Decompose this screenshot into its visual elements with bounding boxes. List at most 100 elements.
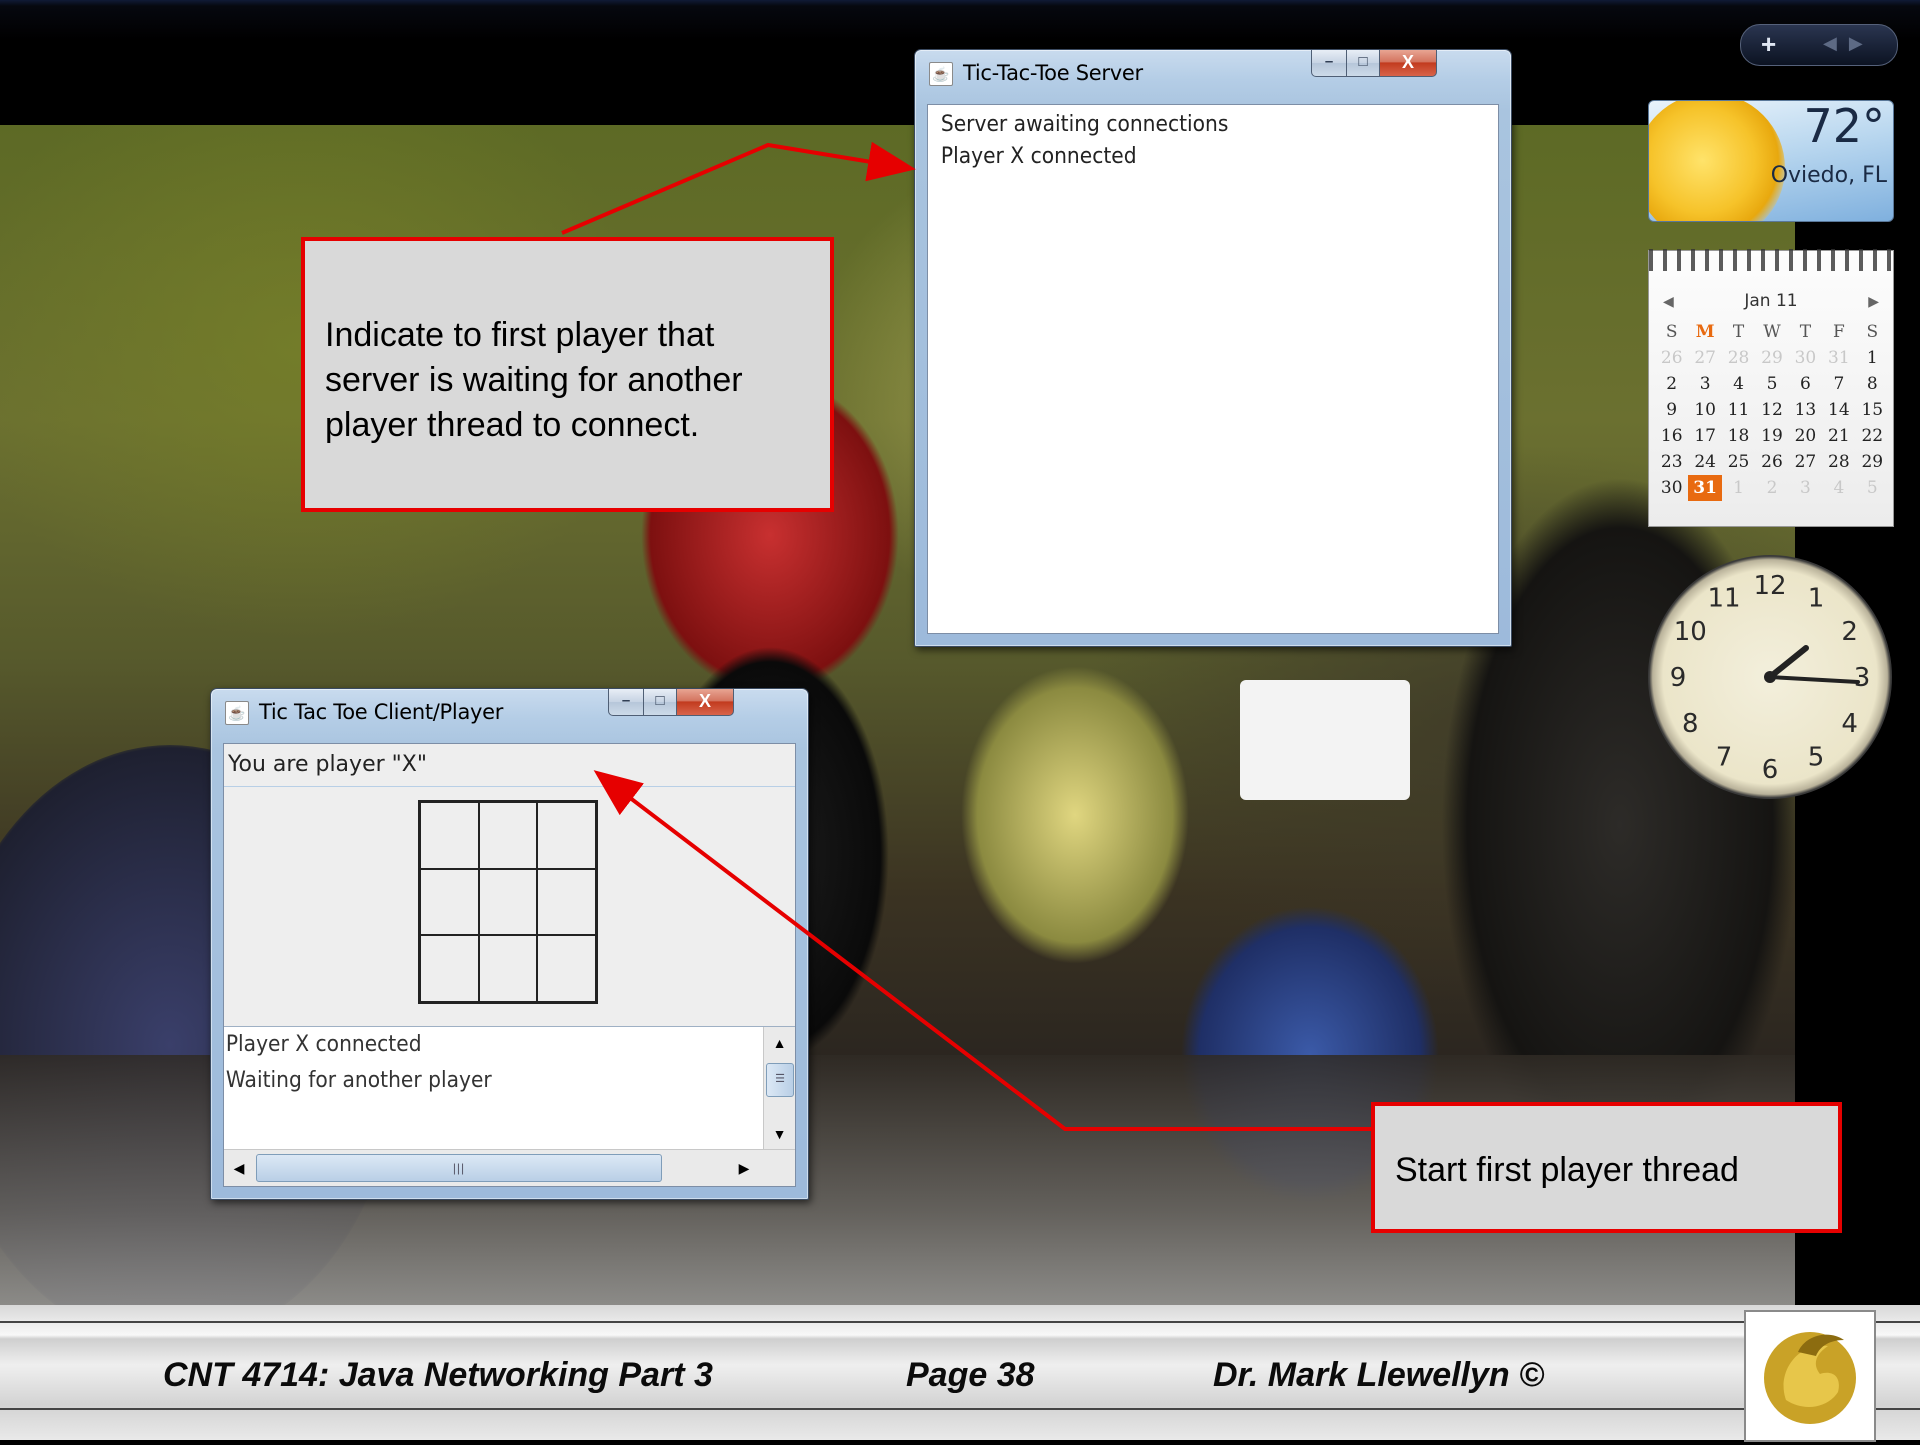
calendar-day[interactable]: 19: [1755, 423, 1788, 449]
add-gadget-icon[interactable]: +: [1761, 29, 1776, 60]
calendar-day[interactable]: 14: [1822, 397, 1855, 423]
clock-numeral: 10: [1674, 617, 1707, 647]
server-window[interactable]: ☕ Tic-Tac-Toe Server – □ X Server awaiti…: [914, 49, 1512, 647]
weather-gadget[interactable]: 72° Oviedo, FL: [1648, 100, 1894, 222]
calendar-day[interactable]: 15: [1856, 397, 1889, 423]
clock-face: 12 12 3 45678 9 1011: [1670, 571, 1871, 785]
minimize-button[interactable]: –: [608, 689, 644, 716]
clock-numeral: 7: [1716, 743, 1733, 773]
java-icon: ☕: [929, 62, 953, 86]
scroll-left-arrow-icon[interactable]: ◀: [224, 1150, 254, 1186]
close-button[interactable]: X: [1380, 50, 1437, 77]
gadget-toolbar[interactable]: + ◀▶: [1740, 24, 1898, 66]
calendar-day[interactable]: 26: [1755, 449, 1788, 475]
calendar-day[interactable]: 4: [1722, 371, 1755, 397]
board-cell[interactable]: [537, 868, 596, 936]
calendar-day[interactable]: 2: [1655, 371, 1688, 397]
server-log-area[interactable]: Server awaiting connections Player X con…: [927, 104, 1499, 634]
calendar-day[interactable]: 5: [1755, 371, 1788, 397]
calendar-day[interactable]: 2: [1755, 475, 1788, 501]
scroll-down-arrow-icon[interactable]: ▼: [764, 1120, 795, 1148]
calendar-day[interactable]: 27: [1688, 345, 1721, 371]
calendar-gadget[interactable]: ◀ Jan 11 ▶ S M T W T F S 26 27 28 29 30 31 1 2 3 4 5 6 7 8 9 1…: [1648, 249, 1894, 527]
calendar-day[interactable]: 31: [1688, 475, 1722, 501]
calendar-day[interactable]: 30: [1789, 345, 1822, 371]
board-cell[interactable]: [537, 935, 596, 1002]
calendar-day[interactable]: 13: [1789, 397, 1822, 423]
calendar-day[interactable]: 6: [1789, 371, 1822, 397]
minimize-button[interactable]: –: [1311, 50, 1347, 77]
board-cell[interactable]: [478, 868, 538, 936]
calendar-day[interactable]: 22: [1856, 423, 1889, 449]
footer-page: Page 38: [906, 1356, 1035, 1394]
calendar-next-icon[interactable]: ▶: [1868, 293, 1879, 310]
board-cell[interactable]: [420, 935, 479, 1002]
maximize-button[interactable]: □: [1347, 50, 1380, 77]
client-window[interactable]: ☕ Tic Tac Toe Client/Player – □ X You ar…: [210, 688, 809, 1200]
vertical-scrollbar[interactable]: ▲ ☰ ▼: [763, 1027, 795, 1150]
board-cell[interactable]: [478, 802, 538, 869]
calendar-day[interactable]: 26: [1655, 345, 1688, 371]
calendar-day[interactable]: 3: [1789, 475, 1822, 501]
clock-numeral: 12: [1753, 571, 1786, 601]
client-message-area[interactable]: Player X connected Waiting for another p…: [224, 1026, 795, 1186]
board-cell[interactable]: [420, 868, 479, 936]
calendar-day[interactable]: 12: [1755, 397, 1788, 423]
calendar-day[interactable]: 16: [1655, 423, 1688, 449]
scroll-up-arrow-icon[interactable]: ▲: [764, 1029, 795, 1057]
calendar-day[interactable]: 1: [1722, 475, 1755, 501]
calendar-day[interactable]: 17: [1688, 423, 1721, 449]
calendar-weekday: W: [1763, 322, 1781, 342]
clock-numeral: 5: [1808, 743, 1825, 773]
calendar-day[interactable]: 8: [1856, 371, 1889, 397]
calendar-day[interactable]: 28: [1822, 449, 1855, 475]
horizontal-scrollbar[interactable]: ◀ ||| ▶: [224, 1149, 795, 1186]
server-window-title: Tic-Tac-Toe Server: [963, 61, 1143, 85]
maximize-button[interactable]: □: [644, 689, 677, 716]
calendar-day[interactable]: 28: [1722, 345, 1755, 371]
gadget-nav-arrows-icon[interactable]: ◀▶: [1823, 33, 1875, 54]
calendar-day[interactable]: 30: [1655, 475, 1688, 501]
weather-temperature: 72°: [1803, 100, 1885, 153]
calendar-day[interactable]: 11: [1722, 397, 1755, 423]
footer-rule-bottom: [0, 1408, 1920, 1410]
client-titlebar[interactable]: ☕ Tic Tac Toe Client/Player – □ X: [211, 689, 808, 733]
clock-numeral: 6: [1762, 755, 1779, 785]
calendar-weekday: M: [1695, 322, 1715, 342]
board-cell[interactable]: [537, 802, 596, 869]
calendar-day[interactable]: 4: [1822, 475, 1855, 501]
server-log-line: Server awaiting connections: [940, 112, 1229, 137]
calendar-day[interactable]: 29: [1755, 345, 1788, 371]
scroll-right-arrow-icon[interactable]: ▶: [729, 1150, 759, 1186]
calendar-day[interactable]: 31: [1822, 345, 1855, 371]
clock-gadget[interactable]: 12 1 2 3 4 5 6 7 8 9 10 11: [1648, 555, 1892, 799]
footer-author: Dr. Mark Llewellyn ©: [1213, 1356, 1545, 1394]
close-button[interactable]: X: [677, 689, 734, 716]
calendar-day[interactable]: 20: [1789, 423, 1822, 449]
calendar-day[interactable]: 5: [1856, 475, 1889, 501]
calendar-day[interactable]: 1: [1856, 345, 1889, 371]
calendar-day[interactable]: 9: [1655, 397, 1688, 423]
board-cell[interactable]: [420, 802, 479, 869]
clock-numeral: 3: [1854, 663, 1871, 693]
horizontal-scroll-thumb[interactable]: |||: [256, 1154, 662, 1182]
tic-tac-toe-board: [418, 800, 598, 1004]
calendar-day[interactable]: 24: [1688, 449, 1721, 475]
callout-server-waiting: Indicate to first player that server is …: [301, 237, 834, 512]
calendar-day[interactable]: 23: [1655, 449, 1688, 475]
clock-numeral: 4: [1841, 709, 1858, 739]
calendar-day[interactable]: 21: [1822, 423, 1855, 449]
calendar-day[interactable]: 27: [1789, 449, 1822, 475]
vertical-scroll-thumb[interactable]: ☰: [766, 1063, 794, 1097]
footer-rule-top: [0, 1321, 1920, 1323]
calendar-day[interactable]: 29: [1856, 449, 1889, 475]
calendar-day[interactable]: 10: [1688, 397, 1721, 423]
board-cell[interactable]: [478, 935, 538, 1002]
calendar-day[interactable]: 18: [1722, 423, 1755, 449]
calendar-day[interactable]: 25: [1722, 449, 1755, 475]
calendar-day[interactable]: 3: [1688, 371, 1721, 397]
calendar-weekday: F: [1832, 322, 1845, 342]
server-titlebar[interactable]: ☕ Tic-Tac-Toe Server – □ X: [915, 50, 1511, 94]
calendar-day[interactable]: 7: [1822, 371, 1855, 397]
clock-numeral: 8: [1682, 709, 1699, 739]
